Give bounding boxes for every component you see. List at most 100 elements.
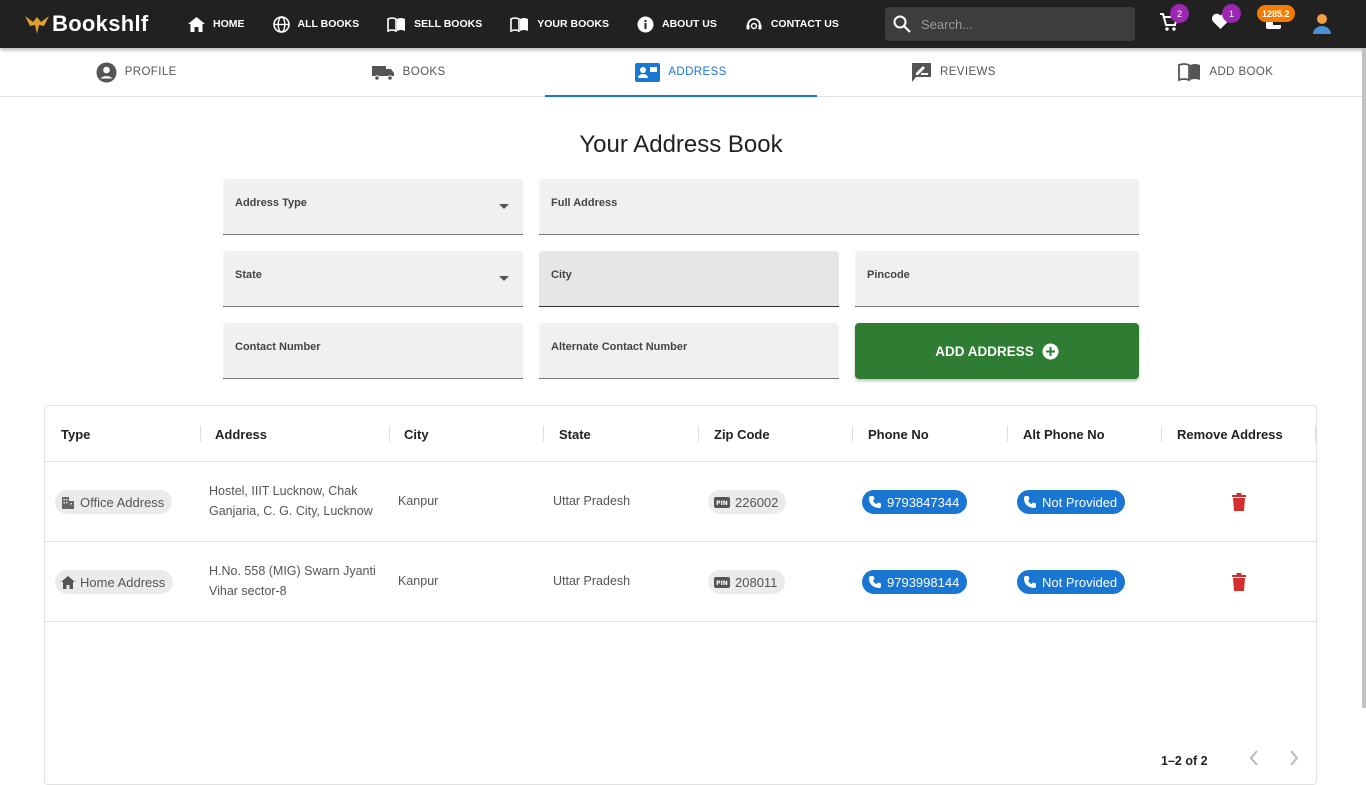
nav-sell-books-label: SELL BOOKS xyxy=(414,18,483,30)
address-type-text: Office Address xyxy=(80,494,165,510)
wishlist-button[interactable]: 1 xyxy=(1211,4,1241,35)
address-type-text: Home Address xyxy=(80,574,166,590)
city-label: City xyxy=(551,269,572,281)
state-label: State xyxy=(235,269,262,281)
contact-mail-icon xyxy=(635,62,661,82)
pincode-field[interactable]: Pincode xyxy=(855,251,1139,307)
nav-contact-us-label: CONTACT US xyxy=(770,18,839,30)
alt-contact-number-field[interactable]: Alternate Contact Number xyxy=(539,323,839,379)
nav-all-books-label: ALL BOOKS xyxy=(297,18,360,30)
delete-icon[interactable] xyxy=(1232,493,1246,511)
col-zip[interactable]: Zip Code xyxy=(714,427,770,442)
contact-number-field[interactable]: Contact Number xyxy=(223,323,523,379)
nav-all-books[interactable]: ALL BOOKS xyxy=(272,15,360,33)
phone-icon xyxy=(869,496,881,508)
nav-contact-us[interactable]: CONTACT US xyxy=(745,16,839,33)
zip-text: 226002 xyxy=(735,494,779,510)
pincode-label: Pincode xyxy=(867,269,910,281)
add-circle-icon xyxy=(1042,343,1059,359)
state-select[interactable]: State xyxy=(223,251,523,307)
phone-text: 9793847344 xyxy=(887,494,960,510)
nav-home[interactable]: HOME xyxy=(188,16,245,32)
col-phone[interactable]: Phone No xyxy=(868,427,929,442)
tab-address-label: ADDRESS xyxy=(668,66,727,78)
zip-text: 208011 xyxy=(735,574,778,590)
address-line-2: Ganjaria, C. G. City, Lucknow xyxy=(209,504,373,518)
dropdown-arrow-icon xyxy=(499,204,509,209)
column-separator[interactable] xyxy=(1315,426,1316,442)
delete-icon[interactable] xyxy=(1232,573,1246,591)
tab-add-book[interactable]: ADD BOOK xyxy=(1090,48,1362,96)
column-separator[interactable] xyxy=(543,426,544,442)
address-table: Type Address City State Zip Code Phone N… xyxy=(44,405,1317,785)
tab-books[interactable]: BOOKS xyxy=(272,48,544,96)
add-address-button[interactable]: ADD ADDRESS xyxy=(855,323,1139,379)
tab-reviews[interactable]: REVIEWS xyxy=(817,48,1089,96)
nav-your-books-label: YOUR BOOKS xyxy=(537,18,609,30)
book-open-icon xyxy=(510,16,529,32)
tab-books-label: BOOKS xyxy=(402,66,446,78)
chevron-left-icon[interactable] xyxy=(1249,750,1259,766)
address-type-select[interactable]: Address Type xyxy=(223,179,523,235)
column-separator[interactable] xyxy=(1161,426,1162,442)
wallet-button[interactable]: 1285.2 xyxy=(1257,5,1295,35)
alt-phone-text: Not Provided xyxy=(1042,494,1118,510)
address-type-label: Address Type xyxy=(235,197,307,209)
alt-phone-chip[interactable]: Not Provided xyxy=(1017,490,1126,514)
phone-text: 9793998144 xyxy=(887,574,960,590)
chevron-right-icon[interactable] xyxy=(1289,750,1299,766)
svg-text:PIN: PIN xyxy=(716,580,728,587)
search-box[interactable] xyxy=(885,7,1135,41)
phone-icon xyxy=(1024,496,1036,508)
full-address-label: Full Address xyxy=(551,197,618,209)
tab-address[interactable]: ADDRESS xyxy=(544,48,818,97)
home-icon xyxy=(61,575,75,589)
col-city[interactable]: City xyxy=(404,427,429,442)
col-type[interactable]: Type xyxy=(61,427,90,442)
pin-icon: PIN xyxy=(714,496,730,508)
city-cell: Kanpur xyxy=(398,494,439,508)
col-alt-phone[interactable]: Alt Phone No xyxy=(1023,427,1105,442)
column-separator[interactable] xyxy=(200,426,201,442)
column-separator[interactable] xyxy=(698,426,699,442)
tab-profile[interactable]: PROFILE xyxy=(0,48,272,96)
tab-reviews-label: REVIEWS xyxy=(940,66,996,78)
pin-icon: PIN xyxy=(714,576,730,588)
account-circle-icon xyxy=(96,62,117,82)
address-type-chip: Office Address xyxy=(55,490,173,514)
col-remove[interactable]: Remove Address xyxy=(1177,427,1283,442)
dropdown-arrow-icon xyxy=(499,276,509,281)
phone-chip[interactable]: 9793847344 xyxy=(862,490,968,514)
alt-contact-number-label: Alternate Contact Number xyxy=(551,341,688,353)
nav-your-books[interactable]: YOUR BOOKS xyxy=(510,16,609,32)
book-open-icon xyxy=(1178,63,1201,81)
tab-add-book-label: ADD BOOK xyxy=(1209,66,1274,78)
column-separator[interactable] xyxy=(389,426,390,442)
brand-name: Bookshlf xyxy=(52,11,149,36)
wallet-amount-badge: 1285.2 xyxy=(1257,5,1295,22)
phone-icon xyxy=(869,576,881,588)
search-input[interactable] xyxy=(921,16,1121,32)
address-line-1: Hostel, IIIT Lucknow, Chak xyxy=(209,484,358,498)
phone-chip[interactable]: 9793998144 xyxy=(862,570,968,594)
column-separator[interactable] xyxy=(1007,426,1008,442)
address-line-2: Vihar sector-8 xyxy=(209,584,287,598)
col-state[interactable]: State xyxy=(559,427,591,442)
col-address[interactable]: Address xyxy=(215,427,267,442)
nav-about-us[interactable]: ABOUT US xyxy=(637,16,717,33)
page-title: Your Address Book xyxy=(579,131,783,158)
full-address-field[interactable]: Full Address xyxy=(539,179,1139,235)
city-field[interactable]: City xyxy=(539,251,839,307)
city-cell: Kanpur xyxy=(398,574,439,588)
alt-phone-chip[interactable]: Not Provided xyxy=(1017,570,1126,594)
main-nav: HOME ALL BOOKS SELL BOOKS YOUR BOOKS ABO… xyxy=(188,15,867,33)
column-separator[interactable] xyxy=(852,426,853,442)
zip-chip: PIN 208011 xyxy=(708,570,786,594)
brand-logo[interactable]: Bookshlf xyxy=(24,11,172,37)
cart-button[interactable]: 2 xyxy=(1159,4,1189,37)
support-agent-icon xyxy=(746,17,762,29)
user-avatar[interactable] xyxy=(1312,13,1332,39)
nav-sell-books[interactable]: SELL BOOKS xyxy=(387,16,483,32)
wishlist-count-badge: 1 xyxy=(1222,4,1241,23)
page-scrollbar[interactable] xyxy=(1362,48,1366,708)
